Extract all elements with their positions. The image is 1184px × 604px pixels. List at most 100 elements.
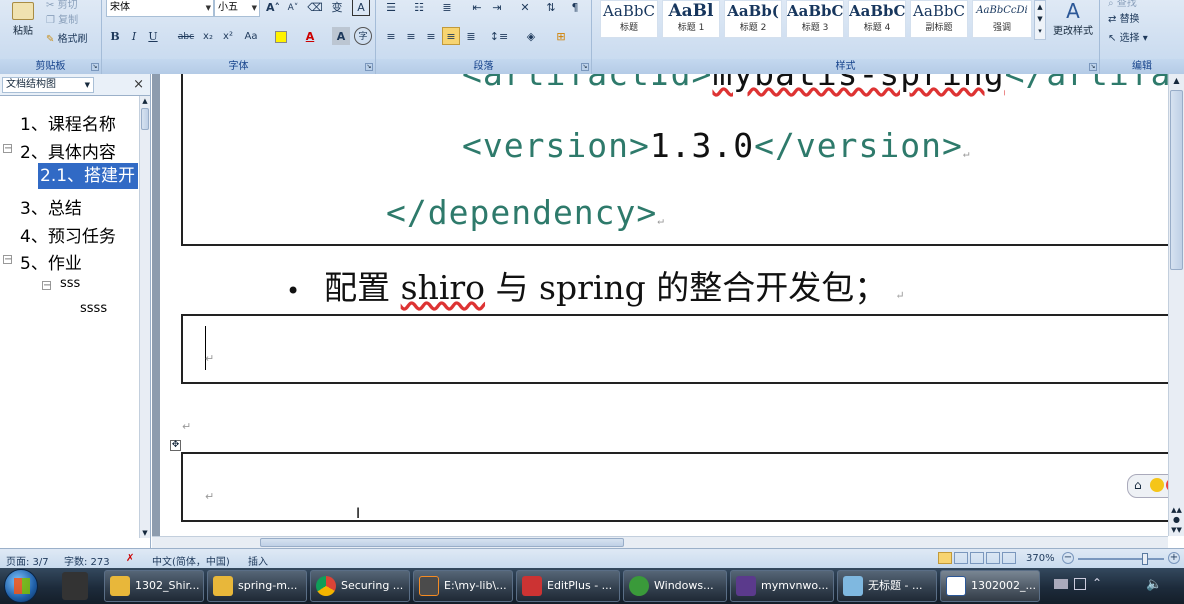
taskbar-item[interactable]: E:\my-lib\... — [413, 570, 513, 602]
style-heading-3[interactable]: AaBbC 标题 3 — [786, 0, 844, 38]
proofing-icon[interactable]: ✗ — [126, 553, 134, 564]
docmap-item-selected[interactable]: 2.1、搭建开 — [38, 163, 138, 189]
select-button[interactable]: ↖ 选择 ▾ — [1108, 29, 1148, 44]
strikethrough-button[interactable]: abc — [174, 27, 198, 45]
taskbar-item[interactable]: EditPlus - ... — [516, 570, 620, 602]
zoom-level[interactable]: 370% — [1026, 553, 1055, 564]
style-heading-2[interactable]: AaBb(标题 2 — [724, 0, 782, 38]
floating-toolbar[interactable]: ⌂ — [1127, 474, 1168, 498]
font-color-button[interactable]: A — [298, 27, 322, 45]
outline-icon[interactable] — [986, 552, 1000, 564]
underline-button[interactable]: U — [144, 27, 162, 45]
insert-mode-indicator[interactable]: 插入 — [248, 553, 268, 568]
docmap-item[interactable]: ssss — [80, 301, 107, 316]
style-emphasis[interactable]: AaBbCcDi 强调 — [972, 0, 1032, 38]
show-marks-button[interactable]: ¶ — [566, 0, 584, 16]
quick-launch-icon[interactable] — [62, 572, 88, 600]
font-name-select[interactable]: 宋体 ▼ — [106, 0, 214, 17]
prev-page-icon[interactable]: ▲▲ — [1169, 506, 1184, 514]
scroll-down-icon[interactable]: ▼ — [140, 528, 150, 538]
format-painter-button[interactable]: ✎ 格式刷 — [46, 30, 88, 45]
char-shading-button[interactable]: A — [332, 27, 350, 45]
scroll-thumb[interactable] — [260, 538, 624, 547]
docmap-item[interactable]: sss — [60, 276, 80, 291]
multilevel-list-button[interactable]: ≣ — [438, 0, 456, 16]
docmap-item[interactable]: 3、总结 — [20, 194, 82, 219]
paste-button[interactable]: 粘贴 — [6, 2, 40, 42]
distributed-button[interactable]: ≣ — [462, 27, 480, 45]
table-cell-1[interactable]: ↵ — [181, 314, 1168, 384]
web-layout-icon[interactable] — [970, 552, 984, 564]
italic-button[interactable]: I — [125, 27, 143, 45]
bullets-button[interactable]: ☰ — [382, 0, 400, 16]
align-right-button[interactable]: ≡ — [422, 27, 440, 45]
replace-button[interactable]: ⇄ 替换 — [1108, 10, 1140, 25]
smiley-icon[interactable] — [1150, 478, 1164, 492]
zoom-out-button[interactable]: − — [1062, 552, 1074, 564]
collapse-icon[interactable]: − — [3, 144, 12, 154]
shading-button[interactable]: ◈ — [518, 27, 544, 45]
zoom-in-button[interactable]: + — [1168, 552, 1180, 564]
style-heading-1[interactable]: AaBl 标题 1 — [662, 0, 720, 38]
taskbar-item[interactable]: Windows... — [623, 570, 727, 602]
align-left-button[interactable]: ≡ — [382, 27, 400, 45]
increase-indent-button[interactable]: ⇥ — [488, 0, 506, 16]
scroll-thumb[interactable] — [1170, 90, 1183, 270]
close-icon[interactable]: × — [133, 77, 144, 92]
change-styles-button[interactable]: A 更改样式 — [1048, 0, 1098, 42]
home-icon[interactable]: ⌂ — [1134, 478, 1142, 492]
document-hscrollbar[interactable] — [152, 536, 1168, 548]
decrease-indent-button[interactable]: ⇤ — [468, 0, 486, 16]
docmap-item[interactable]: 2、具体内容 — [20, 138, 116, 163]
styles-scroll[interactable]: ▲ ▼ ▾ — [1034, 0, 1046, 40]
taskbar-item[interactable]: Securing ... — [310, 570, 410, 602]
taskbar-item[interactable]: spring-m... — [207, 570, 307, 602]
taskbar-item[interactable]: 1302_Shir... — [104, 570, 204, 602]
document-map-scrollbar[interactable]: ▲ ▼ — [139, 96, 150, 538]
bold-button[interactable]: B — [106, 27, 124, 45]
word-count[interactable]: 字数: 273 — [64, 553, 110, 568]
align-center-button[interactable]: ≡ — [402, 27, 420, 45]
docmap-item[interactable]: 5、作业 — [20, 249, 82, 274]
keyboard-icon[interactable] — [1054, 579, 1068, 589]
zoom-slider[interactable] — [1078, 553, 1164, 565]
numbering-button[interactable]: ☷ — [410, 0, 428, 16]
draft-icon[interactable] — [1002, 552, 1016, 564]
table-cell-2[interactable]: ↵ — [181, 452, 1168, 522]
scroll-up-icon[interactable]: ▲ — [1169, 74, 1184, 88]
subscript-button[interactable]: x₂ — [199, 27, 217, 45]
scroll-up-icon[interactable]: ▲ — [140, 96, 150, 106]
language-indicator[interactable]: 中文(简体，中国) — [152, 553, 230, 568]
style-heading-4[interactable]: AaBbC 标题 4 — [848, 0, 906, 38]
change-case-button[interactable]: Aa — [239, 27, 263, 45]
paragraph-launcher-icon[interactable]: ↘ — [581, 63, 589, 71]
tray-arrow-icon[interactable]: ⌃ — [1092, 576, 1102, 590]
superscript-button[interactable]: x² — [219, 27, 237, 45]
font-launcher-icon[interactable]: ↘ — [365, 63, 373, 71]
copy-button[interactable]: ❐ 复制 — [46, 11, 78, 26]
network-icon[interactable] — [1074, 578, 1086, 590]
collapse-icon[interactable]: − — [3, 255, 12, 265]
document-page[interactable]: <artifactId>mybatis-spring</artifa <vers… — [160, 74, 1168, 536]
style-subtitle[interactable]: AaBbC 副标题 — [910, 0, 968, 38]
font-size-select[interactable]: 小五 ▼ — [214, 0, 260, 17]
document-map-title-select[interactable]: 文档结构图 ▼ — [2, 77, 94, 93]
browse-object-icon[interactable]: ● — [1169, 515, 1184, 524]
justify-button[interactable]: ≡ — [442, 27, 460, 45]
collapse-icon[interactable]: − — [42, 281, 51, 291]
docmap-item[interactable]: 1、课程名称 — [20, 110, 116, 135]
shrink-font-button[interactable]: A˅ — [284, 0, 302, 16]
document-vscrollbar[interactable]: ▲ ▲▲ ● ▼▼ — [1168, 74, 1184, 536]
enclose-char-button[interactable]: 字 — [354, 27, 372, 45]
style-title[interactable]: AaBbC 标题 — [600, 0, 658, 38]
docmap-item[interactable]: 4、预习任务 — [20, 222, 116, 247]
full-screen-icon[interactable] — [954, 552, 968, 564]
clipboard-launcher-icon[interactable]: ↘ — [91, 63, 99, 71]
code-table-cell[interactable] — [181, 74, 1168, 246]
sort-button[interactable]: ⇅ — [542, 0, 560, 16]
clear-format-button[interactable]: ⌫ — [306, 0, 324, 16]
char-border-button[interactable]: A — [352, 0, 370, 16]
taskbar-item-active[interactable]: 1302002_... — [940, 570, 1040, 602]
line-spacing-button[interactable]: ↕≡ — [486, 27, 512, 45]
page-count[interactable]: 页面: 3/7 — [6, 553, 49, 568]
